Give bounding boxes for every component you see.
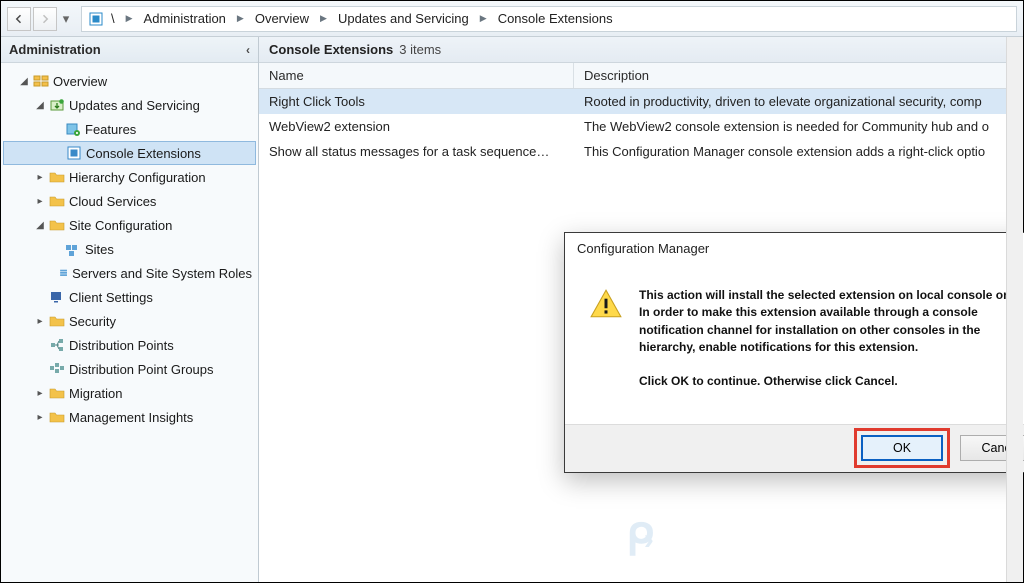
folder-icon [49, 313, 65, 329]
nav-tree[interactable]: ◢ Overview ◢ Updates and Servicing ▸ Fea… [1, 63, 258, 582]
tree-label: Migration [69, 386, 122, 401]
nav-forward-button[interactable] [33, 7, 57, 31]
item-count: 3 items [399, 42, 441, 57]
folder-icon [49, 169, 65, 185]
folder-icon [49, 409, 65, 425]
tree-label: Overview [53, 74, 107, 89]
dialog-body-2: Click OK to continue. Otherwise click Ca… [639, 373, 1024, 390]
tree-node-site-config[interactable]: ◢ Site Configuration [3, 213, 256, 237]
content-title: Console Extensions [269, 42, 393, 57]
expand-arrow-icon[interactable]: ◢ [33, 220, 47, 231]
tree-label: Security [69, 314, 116, 329]
tree-node-hierarchy-config[interactable]: ▸ Hierarchy Configuration [3, 165, 256, 189]
column-header-name[interactable]: Name [259, 63, 574, 88]
tree-node-migration[interactable]: ▸ Migration [3, 381, 256, 405]
nav-history-dropdown[interactable]: ▾ [59, 7, 73, 31]
breadcrumb[interactable]: \ ▶ Administration ▶ Overview ▶ Updates … [81, 6, 1017, 32]
tree-node-servers-roles[interactable]: ▸ Servers and Site System Roles [3, 261, 256, 285]
watermark: ᑭ› [626, 515, 656, 566]
highlight-annotation: OK [854, 428, 950, 468]
tree-label: Site Configuration [69, 218, 172, 233]
tree-node-updates-servicing[interactable]: ◢ Updates and Servicing [3, 93, 256, 117]
tree-node-client-settings[interactable]: ▸ Client Settings [3, 285, 256, 309]
breadcrumb-item[interactable]: Console Extensions [495, 9, 616, 28]
breadcrumb-item[interactable]: Updates and Servicing [335, 9, 472, 28]
folder-icon [49, 217, 65, 233]
sidebar-title: Administration [9, 42, 101, 57]
folder-icon [49, 385, 65, 401]
nav-back-button[interactable] [7, 7, 31, 31]
expand-arrow-icon[interactable]: ▸ [33, 316, 47, 327]
tree-label: Sites [85, 242, 114, 257]
servers-icon [59, 265, 68, 281]
features-icon [65, 121, 81, 137]
tree-label: Updates and Servicing [69, 98, 200, 113]
cell-description: This Configuration Manager console exten… [574, 144, 1023, 159]
distribution-point-groups-icon [49, 361, 65, 377]
table-row[interactable]: WebView2 extension The WebView2 console … [259, 114, 1023, 139]
tree-node-distribution-point-groups[interactable]: ▸ Distribution Point Groups [3, 357, 256, 381]
chevron-right-icon: ▶ [476, 13, 491, 24]
chevron-right-icon: ▶ [316, 13, 331, 24]
chevron-right-icon: ▶ [233, 13, 248, 24]
tree-node-features[interactable]: ▸ Features [3, 117, 256, 141]
expand-arrow-icon[interactable]: ◢ [17, 76, 31, 87]
expand-arrow-icon[interactable]: ◢ [33, 100, 47, 111]
tree-node-overview[interactable]: ◢ Overview [3, 69, 256, 93]
home-icon [88, 11, 104, 27]
cell-name: WebView2 extension [259, 119, 574, 134]
tree-node-cloud-services[interactable]: ▸ Cloud Services [3, 189, 256, 213]
dialog-configuration-manager: Configuration Manager This action will i… [564, 232, 1024, 473]
warning-icon [589, 287, 623, 321]
tree-label: Hierarchy Configuration [69, 170, 206, 185]
tree-label: Management Insights [69, 410, 193, 425]
column-header-description[interactable]: Description [574, 63, 1023, 88]
ok-button[interactable]: OK [861, 435, 943, 461]
cell-name: Right Click Tools [259, 94, 574, 109]
tree-node-security[interactable]: ▸ Security [3, 309, 256, 333]
tree-label: Servers and Site System Roles [72, 266, 252, 281]
expand-arrow-icon[interactable]: ▸ [33, 412, 47, 423]
expand-arrow-icon[interactable]: ▸ [33, 196, 47, 207]
cell-description: The WebView2 console extension is needed… [574, 119, 1023, 134]
tree-node-sites[interactable]: ▸ Sites [3, 237, 256, 261]
cell-name: Show all status messages for a task sequ… [259, 144, 574, 159]
tree-label: Features [85, 122, 136, 137]
tree-label: Console Extensions [86, 146, 201, 161]
breadcrumb-item[interactable]: Overview [252, 9, 312, 28]
sidebar-collapse-button[interactable]: ‹ [246, 43, 250, 57]
tree-node-distribution-points[interactable]: ▸ Distribution Points [3, 333, 256, 357]
tree-label: Distribution Point Groups [69, 362, 214, 377]
tree-node-management-insights[interactable]: ▸ Management Insights [3, 405, 256, 429]
tree-node-console-extensions[interactable]: ▸ Console Extensions [3, 141, 256, 165]
cell-description: Rooted in productivity, driven to elevat… [574, 94, 1023, 109]
dialog-title: Configuration Manager [577, 241, 709, 256]
folder-icon [49, 193, 65, 209]
expand-arrow-icon[interactable]: ▸ [33, 172, 47, 183]
breadcrumb-root[interactable]: \ [108, 9, 118, 28]
tree-label: Client Settings [69, 290, 153, 305]
sites-icon [65, 241, 81, 257]
scrollbar[interactable] [1006, 37, 1023, 582]
dialog-body-1: This action will install the selected ex… [639, 287, 1024, 357]
tree-label: Distribution Points [69, 338, 174, 353]
overview-icon [33, 73, 49, 89]
breadcrumb-item[interactable]: Administration [141, 9, 229, 28]
table-row[interactable]: Show all status messages for a task sequ… [259, 139, 1023, 164]
tree-label: Cloud Services [69, 194, 156, 209]
client-settings-icon [49, 289, 65, 305]
table-row[interactable]: Right Click Tools Rooted in productivity… [259, 89, 1023, 114]
console-extensions-icon [66, 145, 82, 161]
distribution-points-icon [49, 337, 65, 353]
chevron-right-icon: ▶ [122, 13, 137, 24]
expand-arrow-icon[interactable]: ▸ [33, 388, 47, 399]
updates-icon [49, 97, 65, 113]
